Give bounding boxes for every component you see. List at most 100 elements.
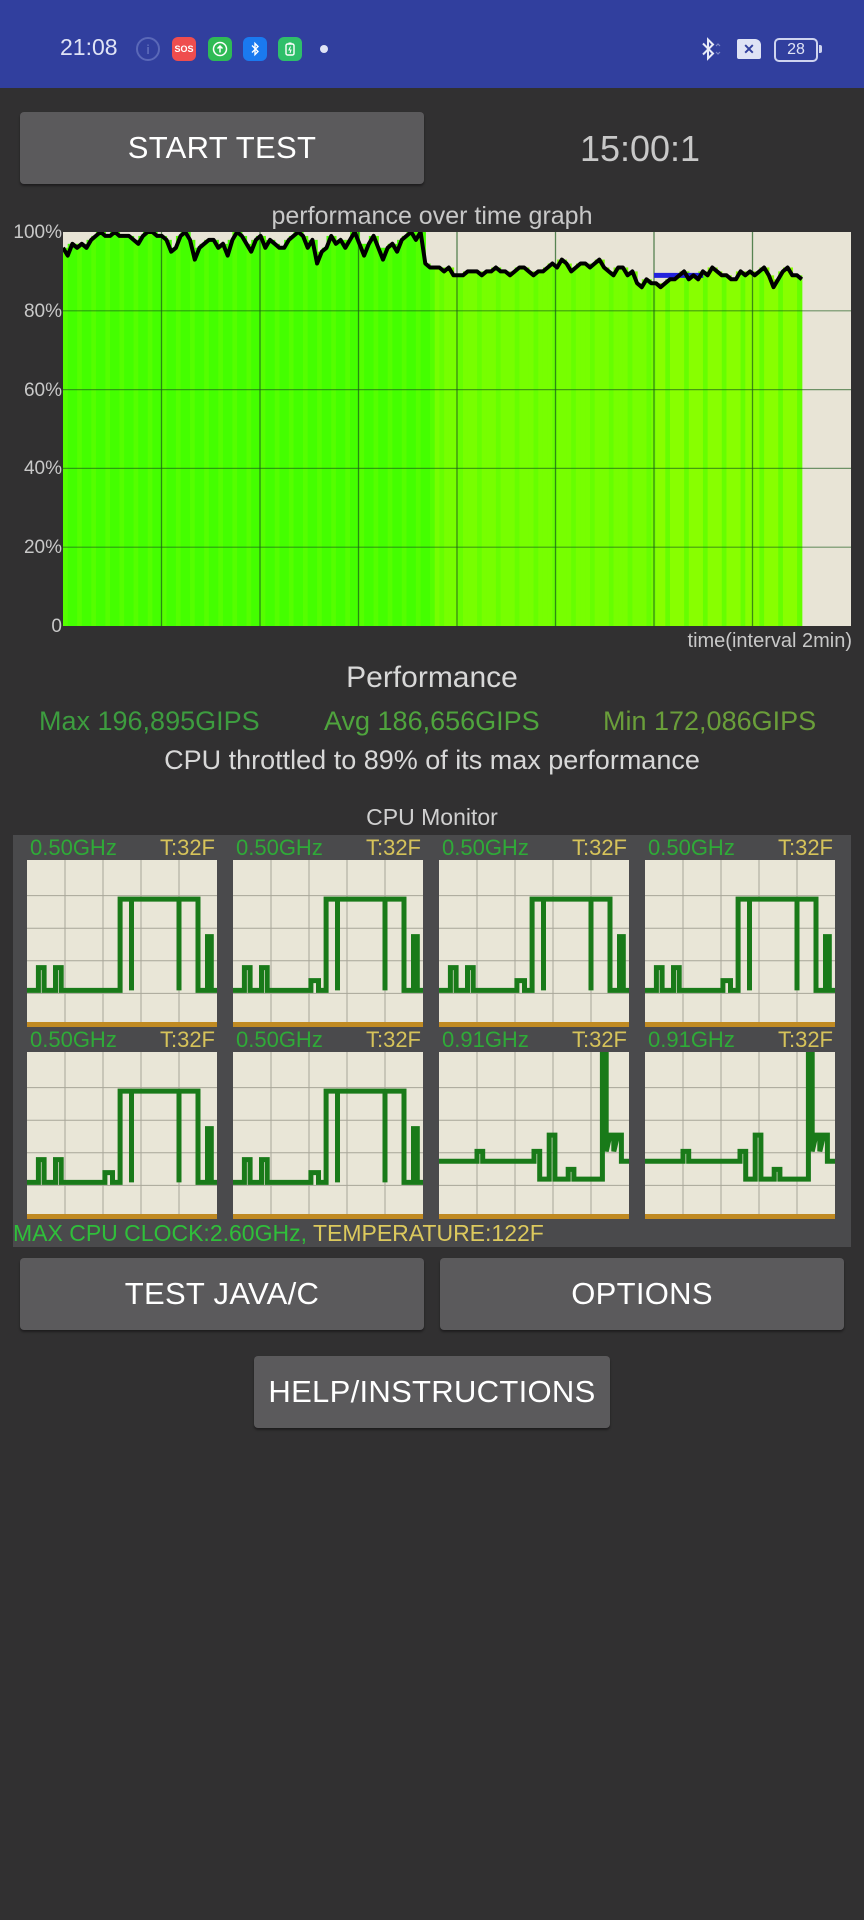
performance-fill-segment <box>533 271 539 626</box>
y-tick-80: 80% <box>23 301 62 322</box>
performance-fill-segment <box>86 239 92 626</box>
performance-fill-segment <box>401 235 408 626</box>
performance-fill-segment <box>702 271 709 626</box>
sos-icon: SOS <box>172 37 196 61</box>
performance-fill-segment <box>585 263 591 626</box>
y-tick-0: 0 <box>51 616 62 637</box>
performance-fill-segment <box>599 259 605 626</box>
performance-fill-segment <box>166 239 172 626</box>
battery-saver-icon <box>278 37 302 61</box>
performance-fill-segment <box>114 232 121 626</box>
info-icon: i <box>136 37 160 61</box>
performance-fill-segment <box>453 275 459 626</box>
core-frequency: 0.50GHz <box>648 835 735 860</box>
performance-fill-segment <box>458 275 464 626</box>
performance-fill-segment <box>387 243 393 626</box>
performance-fill-segment <box>477 271 483 626</box>
performance-fill-segment <box>782 267 789 626</box>
performance-fill-segment <box>627 271 633 626</box>
performance-fill-segment <box>241 235 248 626</box>
core-temperature-bar <box>27 1214 217 1219</box>
performance-fill-segment <box>764 267 770 626</box>
battery-icon: 28 <box>774 38 822 62</box>
y-tick-60: 60% <box>23 380 62 401</box>
performance-graph <box>63 232 851 626</box>
performance-fill-segment <box>100 232 106 626</box>
performance-fill-segment <box>350 232 356 626</box>
performance-fill-segment <box>147 232 154 626</box>
performance-fill-segment <box>613 267 619 626</box>
performance-fill-segment <box>754 271 761 626</box>
performance-fill-segment <box>712 267 718 626</box>
performance-fill-segment <box>77 243 83 626</box>
performance-fill-segment <box>218 243 224 626</box>
test-timer: 15:00:1 <box>579 128 701 169</box>
performance-fill-segment <box>345 239 351 626</box>
performance-fill-segment <box>434 267 441 626</box>
performance-fill-segment <box>222 243 229 626</box>
help-instructions-button[interactable]: HELP/INSTRUCTIONS <box>254 1356 610 1428</box>
dot-icon <box>320 45 328 53</box>
cpu-monitor-title: CPU Monitor <box>366 804 498 830</box>
cpu-temperature: TEMPERATURE:122F <box>306 1220 544 1246</box>
performance-fill-segment <box>138 235 144 626</box>
x-axis-label: time(interval 2min) <box>687 630 852 652</box>
performance-fill-segment <box>251 239 257 626</box>
performance-fill-segment <box>321 247 328 626</box>
performance-fill-segment <box>500 271 506 626</box>
performance-fill-segment <box>204 239 210 626</box>
core-frequency-graph <box>233 860 423 1027</box>
core-frequency-graph <box>27 860 217 1027</box>
core-temperature: T:32F <box>365 1027 421 1052</box>
performance-fill-segment <box>797 275 803 626</box>
core-temperature-bar <box>233 1214 423 1219</box>
performance-fill-segment <box>392 243 398 626</box>
core-frequency: 0.50GHz <box>30 1027 117 1052</box>
performance-fill-segment <box>594 259 601 626</box>
performance-fill-segment <box>246 243 252 626</box>
performance-fill-segment <box>519 267 525 626</box>
performance-fill-segment <box>684 271 690 626</box>
performance-fill-segment <box>326 235 332 626</box>
performance-fill-segment <box>486 271 492 626</box>
performance-fill-segment <box>284 239 290 626</box>
performance-fill-segment <box>778 271 784 626</box>
performance-fill-segment <box>622 267 629 626</box>
performance-fill-segment <box>128 235 135 626</box>
performance-fill-segment <box>707 267 713 626</box>
performance-fill-segment <box>669 279 676 626</box>
performance-fill-segment <box>415 232 422 626</box>
performance-fill-segment <box>547 263 553 626</box>
bluetooth-connected-icon <box>700 36 722 69</box>
core-frequency: 0.91GHz <box>442 1027 529 1052</box>
performance-fill-segment <box>768 275 775 626</box>
performance-fill-segment <box>190 239 196 626</box>
performance-fill-segment <box>260 235 266 626</box>
performance-fill-segment <box>472 271 478 626</box>
min-gips: Min 172,086GIPS <box>603 706 817 736</box>
performance-fill-segment <box>293 232 299 626</box>
performance-fill-segment <box>382 247 389 626</box>
upload-icon <box>208 37 232 61</box>
performance-fill-segment <box>698 271 704 626</box>
performance-fill-segment <box>91 235 97 626</box>
performance-fill-segment <box>632 271 638 626</box>
core-temperature-bar <box>439 1214 629 1219</box>
core-frequency-graph <box>645 1052 835 1219</box>
performance-fill-segment <box>67 243 74 626</box>
performance-fill-segment <box>773 279 779 626</box>
start-test-button[interactable]: START TEST <box>20 112 424 184</box>
performance-fill-segment <box>655 283 662 626</box>
performance-fill-segment <box>510 271 516 626</box>
performance-fill-segment <box>481 271 488 626</box>
performance-fill-segment <box>637 283 643 626</box>
y-tick-100: 100% <box>13 222 62 243</box>
performance-fill-segment <box>397 239 403 626</box>
performance-fill-segment <box>439 267 445 626</box>
performance-fill-segment <box>444 267 450 626</box>
test-java-c-button[interactable]: TEST JAVA/C <box>20 1258 424 1330</box>
performance-fill-segment <box>731 279 737 626</box>
performance-fill-segment <box>430 267 436 626</box>
performance-fill-segment <box>674 275 681 626</box>
options-button[interactable]: OPTIONS <box>440 1258 844 1330</box>
